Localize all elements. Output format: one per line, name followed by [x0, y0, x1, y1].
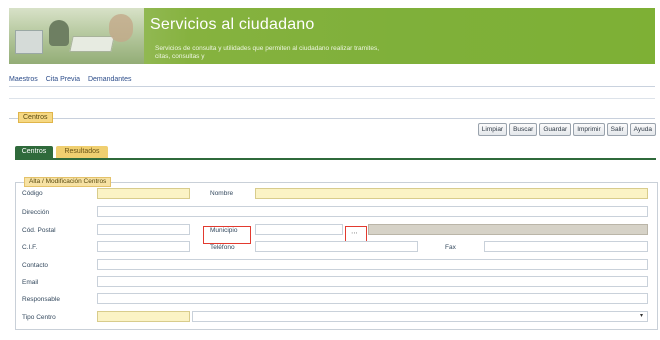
cif-input[interactable] [97, 241, 190, 252]
cif-label: C.I.F. [22, 244, 38, 251]
tipo-centro-select[interactable] [192, 311, 648, 322]
page-subtitle: Servicios de consulta y utilidades que p… [155, 45, 380, 60]
direccion-input[interactable] [97, 206, 648, 217]
tab-resultados[interactable]: Resultados [56, 146, 108, 158]
print-button[interactable]: Imprimir [573, 123, 605, 136]
direccion-label: Dirección [22, 209, 50, 216]
tab-underline [15, 158, 656, 160]
clear-button[interactable]: Limpiar [477, 123, 508, 136]
contacto-label: Contacto [22, 262, 49, 269]
menu-item-cita-previa[interactable]: Cita Previa [46, 76, 80, 83]
fax-input[interactable] [484, 241, 648, 252]
tipo-centro-code-input[interactable] [97, 311, 190, 322]
save-button[interactable]: Guardar [539, 123, 572, 136]
section-divider [9, 118, 655, 119]
help-button[interactable]: Ayuda [629, 123, 656, 136]
form-panel [15, 182, 658, 330]
email-label: Email [22, 279, 39, 286]
menu-item-maestros[interactable]: Maestros [9, 76, 38, 83]
codigo-label: Código [22, 190, 43, 197]
search-button[interactable]: Buscar [509, 123, 538, 136]
submenu-bar [9, 90, 655, 99]
codigo-input[interactable] [97, 188, 190, 199]
menu-item-demandantes[interactable]: Demandantes [88, 76, 132, 83]
nombre-label: Nombre [210, 190, 234, 197]
form-legend: Alta / Modificación Centros [24, 177, 112, 187]
tipo-centro-label: Tipo Centro [22, 314, 56, 321]
tab-centros[interactable]: Centros [15, 146, 53, 158]
responsable-input[interactable] [97, 293, 648, 304]
main-menu: Maestros Cita Previa Demandantes [9, 76, 655, 87]
header-banner: Servicios al ciudadano Servicios de cons… [9, 8, 655, 64]
responsable-label: Responsable [22, 296, 60, 303]
ellipsis-icon: ⋯ [351, 230, 358, 237]
municipio-code-input[interactable] [255, 224, 343, 235]
contacto-input[interactable] [97, 259, 648, 270]
telefono-label: Teléfono [210, 244, 235, 251]
telefono-input[interactable] [255, 241, 418, 252]
banner-photo [9, 8, 144, 64]
fax-label: Fax [445, 244, 456, 251]
email-input[interactable] [97, 276, 648, 287]
nombre-input[interactable] [255, 188, 648, 199]
municipio-highlight-box [203, 226, 251, 244]
exit-button[interactable]: Salir [606, 123, 628, 136]
municipio-name-field [368, 224, 648, 235]
chevron-down-icon[interactable]: ▾ [640, 312, 648, 320]
action-toolbar: Limpiar Buscar Guardar Imprimir Salir Ay… [458, 123, 656, 136]
cod-postal-input[interactable] [97, 224, 190, 235]
section-legend: Centros [18, 112, 53, 123]
page-title: Servicios al ciudadano [150, 16, 315, 33]
cod-postal-label: Cód. Postal [22, 227, 56, 234]
